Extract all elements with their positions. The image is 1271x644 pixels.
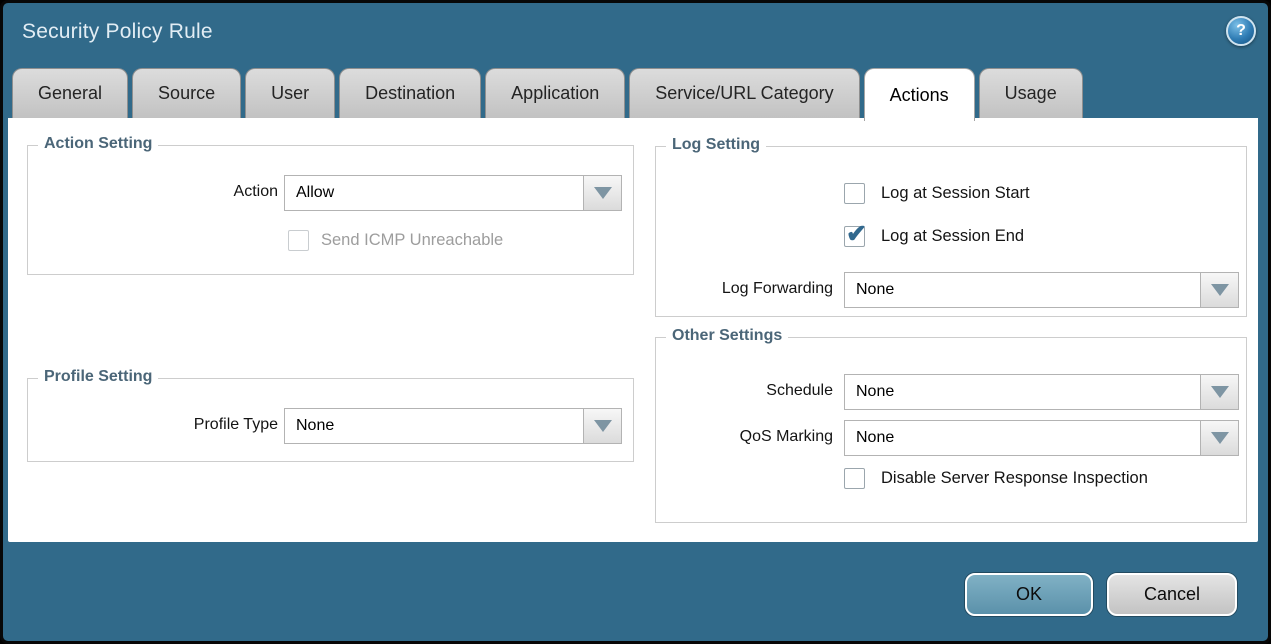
other-settings-legend: Other Settings	[666, 327, 788, 345]
tab-source[interactable]: Source	[132, 68, 241, 118]
send-icmp-unreachable-label: Send ICMP Unreachable	[321, 231, 503, 250]
tab-service-url-category[interactable]: Service/URL Category	[629, 68, 859, 118]
action-setting-legend: Action Setting	[38, 135, 158, 153]
qos-marking-dropdown-button[interactable]	[1201, 420, 1239, 456]
profile-type-dropdown-value: None	[284, 408, 584, 444]
schedule-dropdown-value: None	[844, 374, 1201, 410]
qos-marking-label: QoS Marking	[656, 428, 833, 446]
help-icon[interactable]: ?	[1226, 16, 1256, 46]
log-setting-group: Log Setting Log at Session Start Log at …	[655, 146, 1247, 317]
tab-general[interactable]: General	[12, 68, 128, 118]
security-policy-rule-dialog: Security Policy Rule ? General Source Us…	[0, 0, 1271, 644]
tab-usage[interactable]: Usage	[979, 68, 1083, 118]
qos-marking-dropdown-value: None	[844, 420, 1201, 456]
profile-type-dropdown[interactable]: None	[284, 408, 622, 444]
log-forwarding-label: Log Forwarding	[656, 280, 833, 298]
tab-destination[interactable]: Destination	[339, 68, 481, 118]
disable-server-response-inspection-label: Disable Server Response Inspection	[881, 469, 1148, 488]
chevron-down-icon	[594, 187, 612, 199]
schedule-dropdown[interactable]: None	[844, 374, 1239, 410]
dialog-title: Security Policy Rule	[22, 20, 213, 44]
tab-actions[interactable]: Actions	[864, 68, 975, 121]
tab-panel-actions: Action Setting Action Allow Send ICMP Un…	[8, 118, 1258, 542]
action-dropdown-button[interactable]	[584, 175, 622, 211]
chevron-down-icon	[1211, 386, 1229, 398]
profile-type-label: Profile Type	[28, 416, 278, 434]
action-dropdown[interactable]: Allow	[284, 175, 622, 211]
log-forwarding-dropdown-button[interactable]	[1201, 272, 1239, 308]
log-forwarding-dropdown[interactable]: None	[844, 272, 1239, 308]
profile-setting-legend: Profile Setting	[38, 368, 158, 386]
log-forwarding-dropdown-value: None	[844, 272, 1201, 308]
send-icmp-unreachable-checkbox	[288, 230, 309, 251]
action-setting-group: Action Setting Action Allow Send ICMP Un…	[27, 145, 634, 275]
chevron-down-icon	[1211, 432, 1229, 444]
chevron-down-icon	[594, 420, 612, 432]
disable-server-response-inspection-checkbox[interactable]	[844, 468, 865, 489]
tab-user[interactable]: User	[245, 68, 335, 118]
profile-type-dropdown-button[interactable]	[584, 408, 622, 444]
schedule-dropdown-button[interactable]	[1201, 374, 1239, 410]
action-dropdown-value: Allow	[284, 175, 584, 211]
ok-button[interactable]: OK	[965, 573, 1093, 616]
log-at-session-end-checkbox[interactable]	[844, 226, 865, 247]
log-at-session-start-label: Log at Session Start	[881, 184, 1030, 203]
cancel-button[interactable]: Cancel	[1107, 573, 1237, 616]
other-settings-group: Other Settings Schedule None QoS Marking…	[655, 337, 1247, 523]
action-label: Action	[28, 183, 278, 201]
chevron-down-icon	[1211, 284, 1229, 296]
profile-setting-group: Profile Setting Profile Type None	[27, 378, 634, 462]
log-at-session-start-checkbox[interactable]	[844, 183, 865, 204]
log-setting-legend: Log Setting	[666, 136, 766, 154]
tab-bar: General Source User Destination Applicat…	[12, 68, 1083, 118]
log-at-session-end-label: Log at Session End	[881, 227, 1024, 246]
tab-application[interactable]: Application	[485, 68, 625, 118]
qos-marking-dropdown[interactable]: None	[844, 420, 1239, 456]
schedule-label: Schedule	[656, 382, 833, 400]
